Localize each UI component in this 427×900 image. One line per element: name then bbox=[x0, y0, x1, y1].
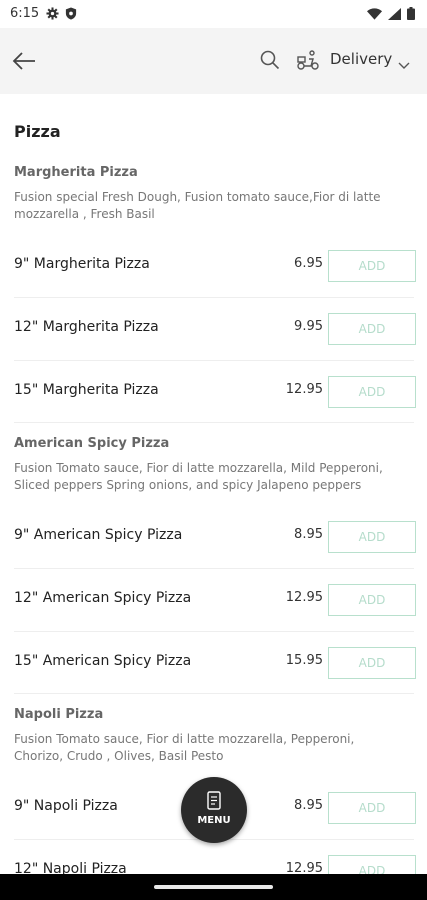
add-button[interactable]: ADD bbox=[328, 584, 416, 616]
add-button[interactable]: ADD bbox=[328, 792, 416, 824]
arrow-left-icon bbox=[12, 52, 35, 70]
group-title: American Spicy Pizza bbox=[14, 436, 170, 451]
add-button[interactable]: ADD bbox=[328, 855, 416, 874]
top-app-bar: Delivery bbox=[0, 28, 427, 94]
add-button[interactable]: ADD bbox=[328, 250, 416, 282]
system-navigation-bar bbox=[0, 874, 427, 900]
item-price: 8.95 bbox=[294, 527, 323, 542]
chevron-down-icon[interactable] bbox=[398, 55, 410, 74]
section-title: Pizza bbox=[14, 122, 61, 141]
home-gesture-handle[interactable] bbox=[154, 885, 273, 889]
wifi-icon bbox=[367, 7, 382, 20]
item-price: 12.95 bbox=[285, 382, 323, 397]
add-button[interactable]: ADD bbox=[328, 521, 416, 553]
divider bbox=[14, 422, 414, 423]
menu-list[interactable]: Pizza Margherita Pizza Fusion special Fr… bbox=[0, 94, 427, 874]
item-name: 15" Margherita Pizza bbox=[14, 382, 159, 398]
delivery-mode-button[interactable] bbox=[296, 49, 320, 71]
item-price: 12.95 bbox=[285, 590, 323, 605]
status-bar: 6:15 bbox=[0, 0, 427, 28]
search-icon bbox=[260, 50, 280, 70]
menu-item[interactable]: 9" American Spicy Pizza 8.95 ADD bbox=[14, 506, 416, 569]
menu-fab-button[interactable]: MENU bbox=[181, 777, 247, 843]
divider bbox=[14, 693, 414, 694]
item-price: 12.95 bbox=[285, 861, 323, 874]
settings-icon bbox=[46, 7, 59, 20]
status-left-icons bbox=[46, 7, 77, 20]
menu-fab-label: MENU bbox=[197, 815, 231, 826]
group-title: Napoli Pizza bbox=[14, 707, 104, 722]
group-description: Fusion Tomato sauce, Fior di latte mozza… bbox=[14, 461, 383, 492]
delivery-scooter-icon bbox=[297, 50, 319, 70]
menu-item[interactable]: 12" Napoli Pizza 12.95 ADD bbox=[14, 840, 416, 874]
search-button[interactable] bbox=[259, 49, 281, 71]
menu-item[interactable]: 12" Margherita Pizza 9.95 ADD bbox=[14, 298, 416, 361]
add-button[interactable]: ADD bbox=[328, 647, 416, 679]
item-name: 12" Napoli Pizza bbox=[14, 861, 127, 874]
cellular-signal-icon bbox=[388, 7, 401, 20]
back-button[interactable] bbox=[10, 48, 38, 74]
status-right-icons bbox=[367, 7, 415, 20]
menu-item[interactable]: 12" American Spicy Pizza 12.95 ADD bbox=[14, 569, 416, 632]
add-button[interactable]: ADD bbox=[328, 376, 416, 408]
item-price: 15.95 bbox=[285, 653, 323, 668]
item-name: 9" Margherita Pizza bbox=[14, 256, 150, 272]
item-name: 9" Napoli Pizza bbox=[14, 798, 118, 814]
shield-icon bbox=[65, 7, 77, 20]
item-price: 8.95 bbox=[294, 798, 323, 813]
group-description: Fusion Tomato sauce, Fior di latte mozza… bbox=[14, 732, 355, 763]
item-name: 12" American Spicy Pizza bbox=[14, 590, 192, 606]
delivery-mode-label[interactable]: Delivery bbox=[330, 50, 392, 68]
item-name: 12" Margherita Pizza bbox=[14, 319, 159, 335]
menu-item[interactable]: 9" Margherita Pizza 6.95 ADD bbox=[14, 235, 416, 298]
status-time: 6:15 bbox=[10, 6, 40, 21]
group-title: Margherita Pizza bbox=[14, 165, 138, 180]
battery-icon bbox=[407, 7, 415, 20]
add-button[interactable]: ADD bbox=[328, 313, 416, 345]
group-description: Fusion special Fresh Dough, Fusion tomat… bbox=[14, 190, 381, 221]
menu-item[interactable]: 15" American Spicy Pizza 15.95 ADD bbox=[14, 632, 416, 695]
item-name: 9" American Spicy Pizza bbox=[14, 527, 183, 543]
item-price: 6.95 bbox=[294, 256, 323, 271]
menu-item[interactable]: 15" Margherita Pizza 12.95 ADD bbox=[14, 361, 416, 424]
item-price: 9.95 bbox=[294, 319, 323, 334]
item-name: 15" American Spicy Pizza bbox=[14, 653, 192, 669]
menu-document-icon bbox=[206, 791, 222, 815]
